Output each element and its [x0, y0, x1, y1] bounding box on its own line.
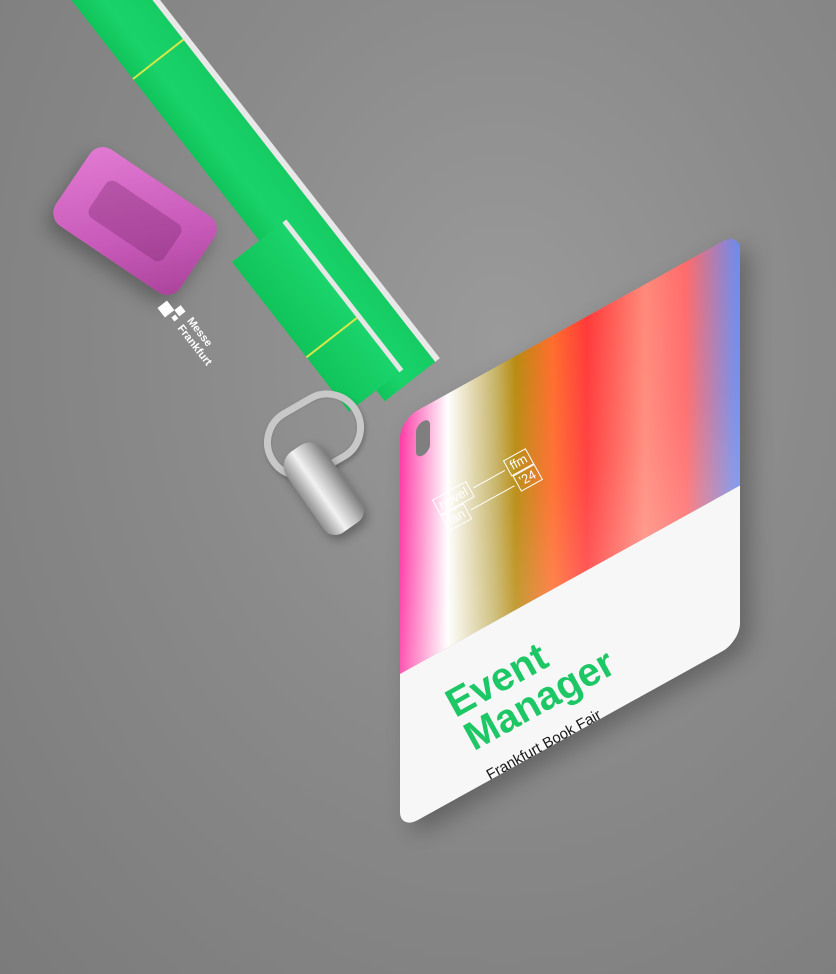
brand-text: Messe Frankfurt — [175, 315, 224, 368]
brand-squares-icon — [156, 296, 187, 327]
strap-stitch-lower — [305, 317, 358, 359]
lanyard-buckle — [47, 140, 223, 302]
lanyard-badge-scene: Messe Frankfurt novel ffm fan '24 Event … — [0, 0, 836, 974]
messe-frankfurt-logo: Messe Frankfurt — [131, 292, 234, 400]
strap-stitch — [132, 38, 185, 80]
